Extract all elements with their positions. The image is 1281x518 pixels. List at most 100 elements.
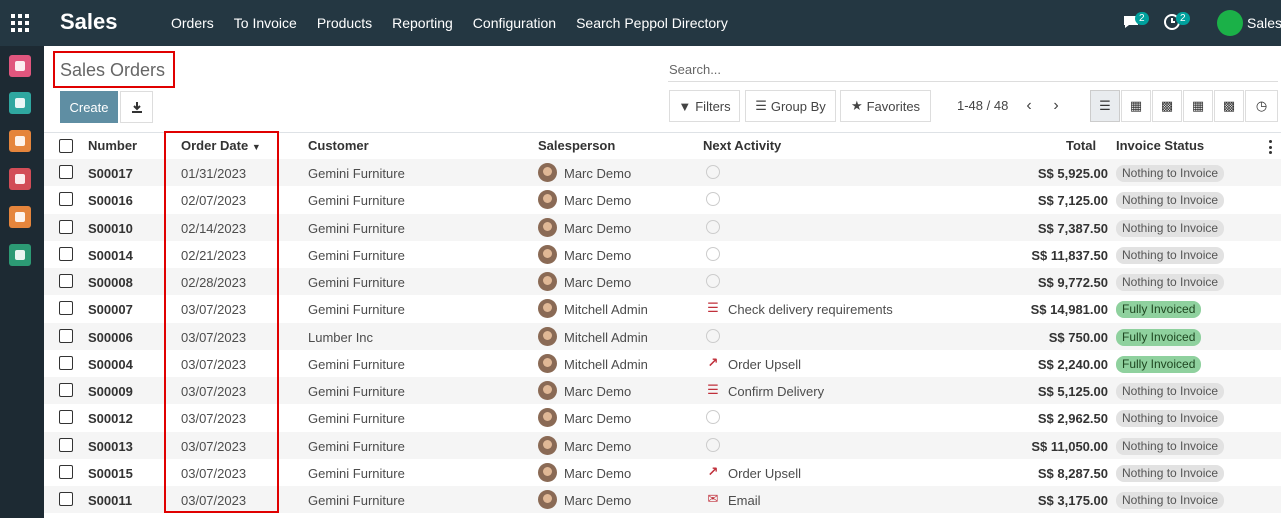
activity-summary[interactable]: Email [728, 493, 761, 508]
user-name[interactable]: Sales [1247, 15, 1281, 31]
row-checkbox[interactable] [59, 410, 73, 424]
row-checkbox[interactable] [59, 220, 73, 234]
favorites-button[interactable]: ★ Favorites [840, 90, 931, 122]
row-checkbox[interactable] [59, 438, 73, 452]
list-view-icon[interactable]: ☰ [1090, 90, 1120, 122]
envelope-icon[interactable]: ✉ [704, 492, 722, 506]
salesperson-avatar [538, 408, 557, 427]
sidebar-crm-icon[interactable] [9, 130, 31, 152]
menu-item-to-invoice[interactable]: To Invoice [224, 0, 307, 46]
order-total: S$ 2,962.50 [1037, 411, 1108, 426]
sidebar-discuss-icon[interactable] [9, 55, 31, 77]
activity-summary[interactable]: Confirm Delivery [728, 384, 824, 399]
salesperson-name: Marc Demo [564, 439, 632, 454]
row-checkbox[interactable] [59, 465, 73, 479]
app-brand[interactable]: Sales [60, 9, 118, 35]
clock-icon[interactable] [706, 410, 720, 424]
filters-button[interactable]: ▼ Filters [669, 90, 740, 122]
filter-icon: ▼ [678, 98, 692, 114]
chart-icon[interactable]: ↗ [704, 465, 722, 479]
pager-previous-icon[interactable]: ‹ [1017, 92, 1041, 120]
customer-name: Gemini Furniture [308, 275, 405, 290]
pager-next-icon[interactable]: › [1044, 92, 1068, 120]
create-button[interactable]: Create [60, 91, 118, 123]
order-total: S$ 14,981.00 [1030, 302, 1108, 317]
clock-icon[interactable] [706, 247, 720, 261]
order-total: S$ 8,287.50 [1037, 466, 1108, 481]
menu-item-reporting[interactable]: Reporting [382, 0, 463, 46]
order-number: S00007 [88, 302, 133, 317]
pivot-view-icon[interactable]: ▦ [1183, 90, 1213, 122]
salesperson-name: Mitchell Admin [564, 357, 648, 372]
salesperson-avatar [538, 354, 557, 373]
column-next-activity[interactable]: Next Activity [703, 138, 781, 153]
customer-name: Gemini Furniture [308, 248, 405, 263]
column-salesperson[interactable]: Salesperson [538, 138, 615, 153]
clock-icon[interactable] [706, 220, 720, 234]
groupby-icon: ☰ [755, 98, 767, 113]
row-checkbox[interactable] [59, 301, 73, 315]
groupby-button[interactable]: ☰ Group By [745, 90, 836, 122]
optional-columns-icon[interactable] [1269, 140, 1272, 154]
chart-icon[interactable]: ↗ [704, 356, 722, 370]
clock-icon[interactable] [706, 192, 720, 206]
user-avatar[interactable] [1217, 10, 1243, 36]
list-icon[interactable]: ☰ [704, 301, 722, 315]
column-number[interactable]: Number [88, 138, 137, 153]
clock-icon[interactable] [706, 165, 720, 179]
row-checkbox[interactable] [59, 247, 73, 261]
top-navbar: Sales Orders To Invoice Products Reporting C… [0, 0, 1281, 46]
apps-grid-icon[interactable] [11, 14, 29, 32]
row-checkbox[interactable] [59, 274, 73, 288]
order-number: S00004 [88, 357, 133, 372]
column-invoice-status[interactable]: Invoice Status [1116, 138, 1204, 153]
clock-icon[interactable] [706, 329, 720, 343]
menu-item-products[interactable]: Products [307, 0, 382, 46]
row-checkbox[interactable] [59, 356, 73, 370]
invoice-status-badge: Fully Invoiced [1116, 329, 1202, 346]
select-all-checkbox[interactable] [59, 139, 73, 153]
order-total: S$ 9,772.50 [1037, 275, 1108, 290]
row-checkbox[interactable] [59, 192, 73, 206]
menu-item-orders[interactable]: Orders [161, 0, 224, 46]
row-checkbox[interactable] [59, 329, 73, 343]
row-checkbox[interactable] [59, 165, 73, 179]
customer-name: Gemini Furniture [308, 193, 405, 208]
order-number: S00008 [88, 275, 133, 290]
sidebar-contacts-icon[interactable] [9, 92, 31, 114]
customer-name: Gemini Furniture [308, 221, 405, 236]
calendar-view-icon[interactable]: ▩ [1152, 90, 1182, 122]
clock-icon[interactable] [706, 438, 720, 452]
salesperson-avatar [538, 490, 557, 509]
menu-item-search-peppol-directory[interactable]: Search Peppol Directory [566, 0, 738, 46]
salesperson-name: Marc Demo [564, 384, 632, 399]
customer-name: Gemini Furniture [308, 439, 405, 454]
clock-icon[interactable] [706, 274, 720, 288]
list-icon[interactable]: ☰ [704, 383, 722, 397]
search-input[interactable]: Search... [668, 58, 1278, 82]
invoice-status-badge: Nothing to Invoice [1116, 165, 1225, 182]
sidebar-invoicing-icon[interactable] [9, 206, 31, 228]
activity-summary[interactable]: Order Upsell [728, 357, 801, 372]
sidebar-documents-icon[interactable] [9, 244, 31, 266]
column-customer[interactable]: Customer [308, 138, 369, 153]
salesperson-avatar [538, 436, 557, 455]
download-button[interactable] [120, 91, 153, 123]
graph-view-icon[interactable]: ▩ [1214, 90, 1244, 122]
salesperson-name: Marc Demo [564, 193, 632, 208]
pager-value[interactable]: 1-48 / 48 [957, 98, 1008, 113]
order-total: S$ 11,837.50 [1031, 248, 1108, 263]
salesperson-avatar [538, 327, 557, 346]
activity-summary[interactable]: Order Upsell [728, 466, 801, 481]
menu-item-configuration[interactable]: Configuration [463, 0, 566, 46]
order-total: S$ 5,925.00 [1037, 166, 1108, 181]
column-total[interactable]: Total [1066, 138, 1096, 153]
activity-view-icon[interactable]: ◷ [1245, 90, 1278, 122]
row-checkbox[interactable] [59, 383, 73, 397]
row-checkbox[interactable] [59, 492, 73, 506]
activity-summary[interactable]: Check delivery requirements [728, 302, 893, 317]
sidebar-inventory-icon[interactable] [9, 168, 31, 190]
kanban-view-icon[interactable]: ▦ [1121, 90, 1151, 122]
invoice-status-badge: Nothing to Invoice [1116, 492, 1225, 509]
salesperson-avatar [538, 463, 557, 482]
